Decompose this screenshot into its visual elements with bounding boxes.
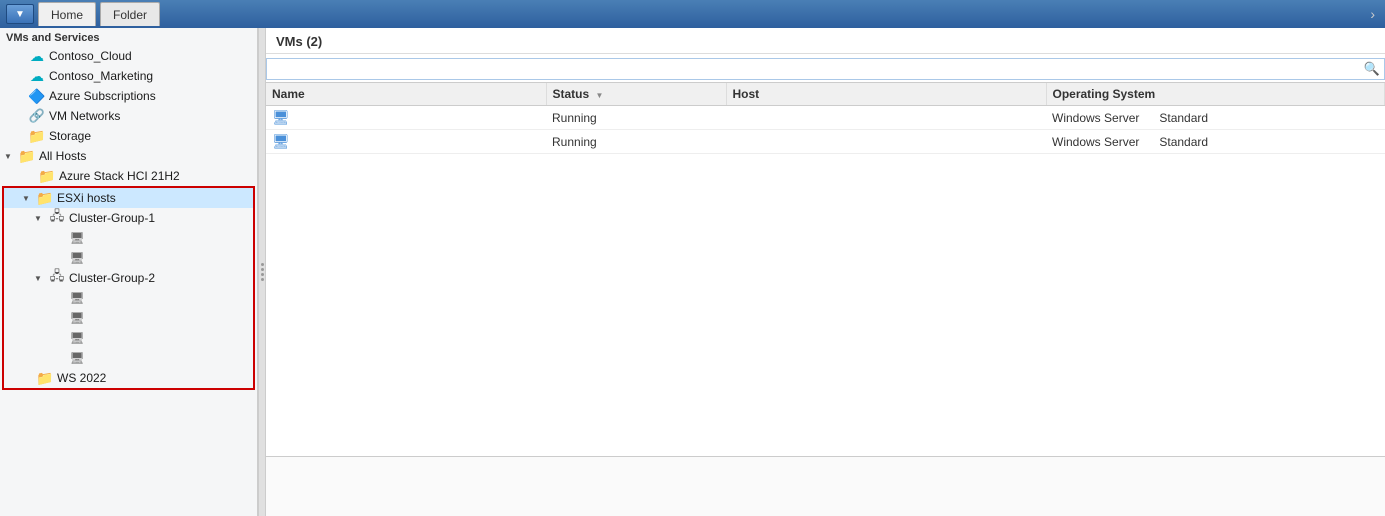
sidebar-item-azure-stack-hci[interactable]: 📁 Azure Stack HCI 21H2 [0,166,257,186]
sort-icon: ▼ [596,91,604,100]
azure-icon: 🔷 [28,88,46,104]
sidebar-item-host-2b[interactable]: 🖥 [4,308,253,328]
search-icon: 🔍 [1364,61,1380,77]
vm-name-cell: 🖥 [266,130,546,154]
sidebar-item-host-1a[interactable]: 🖥 [4,228,253,248]
folder-icon: 📁 [18,148,36,164]
sidebar-item-label: Contoso_Cloud [49,49,132,63]
sidebar-item-host-2d[interactable]: 🖥 [4,348,253,368]
vm-host-cell [726,106,1046,130]
expand-toggle-cluster2[interactable] [34,273,48,284]
vm-os-cell: Windows Server Standard [1046,130,1385,154]
content-header: VMs (2) [266,28,1385,54]
app-menu-button[interactable]: ▼ [6,4,34,24]
sidebar-item-vm-networks[interactable]: 🔗 VM Networks [0,106,257,126]
vm-icon: 🖥 [272,109,290,125]
main-container: VMs and Services ☁ Contoso_Cloud ☁ Conto… [0,28,1385,516]
sidebar-item-label: All Hosts [39,149,86,163]
network-icon: 🔗 [28,108,46,124]
splitter-dot [261,273,264,276]
app-menu-icon: ▼ [15,9,25,20]
title-bar: ▼ Home Folder › [0,0,1385,28]
server-icon: 🖥 [68,350,86,366]
bottom-panel [266,456,1385,516]
sidebar-item-host-1b[interactable]: 🖥 [4,248,253,268]
sidebar-item-host-2a[interactable]: 🖥 [4,288,253,308]
server-icon: 🖥 [68,250,86,266]
sidebar-item-contoso-marketing[interactable]: ☁ Contoso_Marketing [0,66,257,86]
expand-toggle-esxi[interactable] [22,193,36,204]
sidebar-item-esxi-hosts[interactable]: 📁 ESXi hosts [4,188,253,208]
vm-table: Name Status ▼ Host Operating System [266,83,1385,154]
table-row[interactable]: 🖥 Running Windows Server Standard [266,106,1385,130]
vm-status-cell: Running [546,106,726,130]
col-header-status[interactable]: Status ▼ [546,83,726,106]
vm-name-cell: 🖥 [266,106,546,130]
sidebar-item-label: Contoso_Marketing [49,69,153,83]
sidebar: VMs and Services ☁ Contoso_Cloud ☁ Conto… [0,28,258,516]
cluster-icon: 🖧 [48,270,66,286]
sidebar-splitter[interactable] [258,28,266,516]
search-input[interactable] [267,62,1384,76]
table-row[interactable]: 🖥 Running Windows Server Standard [266,130,1385,154]
sidebar-item-azure-subscriptions[interactable]: 🔷 Azure Subscriptions [0,86,257,106]
sidebar-item-host-2c[interactable]: 🖥 [4,328,253,348]
col-header-name[interactable]: Name [266,83,546,106]
sidebar-item-label: VM Networks [49,109,120,123]
splitter-handle [261,263,264,281]
expand-toggle-cluster1[interactable] [34,213,48,224]
folder-icon: 📁 [36,370,54,386]
expand-toggle-all-hosts[interactable] [4,151,18,162]
sidebar-item-label: Azure Stack HCI 21H2 [59,169,180,183]
sidebar-item-cluster-group-2[interactable]: 🖧 Cluster-Group-2 [4,268,253,288]
sidebar-item-label: Storage [49,129,91,143]
tab-home[interactable]: Home [38,2,96,26]
search-container: 🔍 [266,54,1385,83]
sidebar-item-label: WS 2022 [57,371,106,385]
sidebar-item-all-hosts[interactable]: 📁 All Hosts [0,146,257,166]
content-area: VMs (2) 🔍 Name Status ▼ [266,28,1385,516]
col-header-os[interactable]: Operating System [1046,83,1385,106]
sidebar-item-label: Cluster-Group-2 [69,271,155,285]
server-icon: 🖥 [68,330,86,346]
sidebar-item-label: Azure Subscriptions [49,89,156,103]
col-header-host[interactable]: Host [726,83,1046,106]
content-title: VMs (2) [276,34,1375,49]
server-icon: 🖥 [68,230,86,246]
server-icon: 🖥 [68,310,86,326]
tab-folder[interactable]: Folder [100,2,160,26]
vm-status-cell: Running [546,130,726,154]
sidebar-item-cluster-group-1[interactable]: 🖧 Cluster-Group-1 [4,208,253,228]
folder-icon: 📁 [38,168,56,184]
title-end-chevron: › [1370,6,1379,22]
cloud-icon: ☁ [28,68,46,84]
sidebar-item-contoso-cloud[interactable]: ☁ Contoso_Cloud [0,46,257,66]
sidebar-item-ws-2022[interactable]: 📁 WS 2022 [4,368,253,388]
sidebar-item-label: ESXi hosts [57,191,116,205]
folder-icon: 📁 [36,190,54,206]
splitter-dot [261,278,264,281]
esxi-hosts-box: 📁 ESXi hosts 🖧 Cluster-Group-1 🖥 🖥 [2,186,255,390]
vm-icon: 🖥 [272,133,290,149]
vm-table-container: Name Status ▼ Host Operating System [266,83,1385,456]
sidebar-item-storage[interactable]: 📁 Storage [0,126,257,146]
sidebar-item-label: Cluster-Group-1 [69,211,155,225]
server-icon: 🖥 [68,290,86,306]
splitter-dot [261,268,264,271]
vm-host-cell [726,130,1046,154]
splitter-dot [261,263,264,266]
cloud-icon: ☁ [28,48,46,64]
cluster-icon: 🖧 [48,210,66,226]
sidebar-header: VMs and Services [0,28,257,46]
vm-os-cell: Windows Server Standard [1046,106,1385,130]
table-header-row: Name Status ▼ Host Operating System [266,83,1385,106]
folder-icon: 📁 [28,128,46,144]
search-bar: 🔍 [266,58,1385,80]
